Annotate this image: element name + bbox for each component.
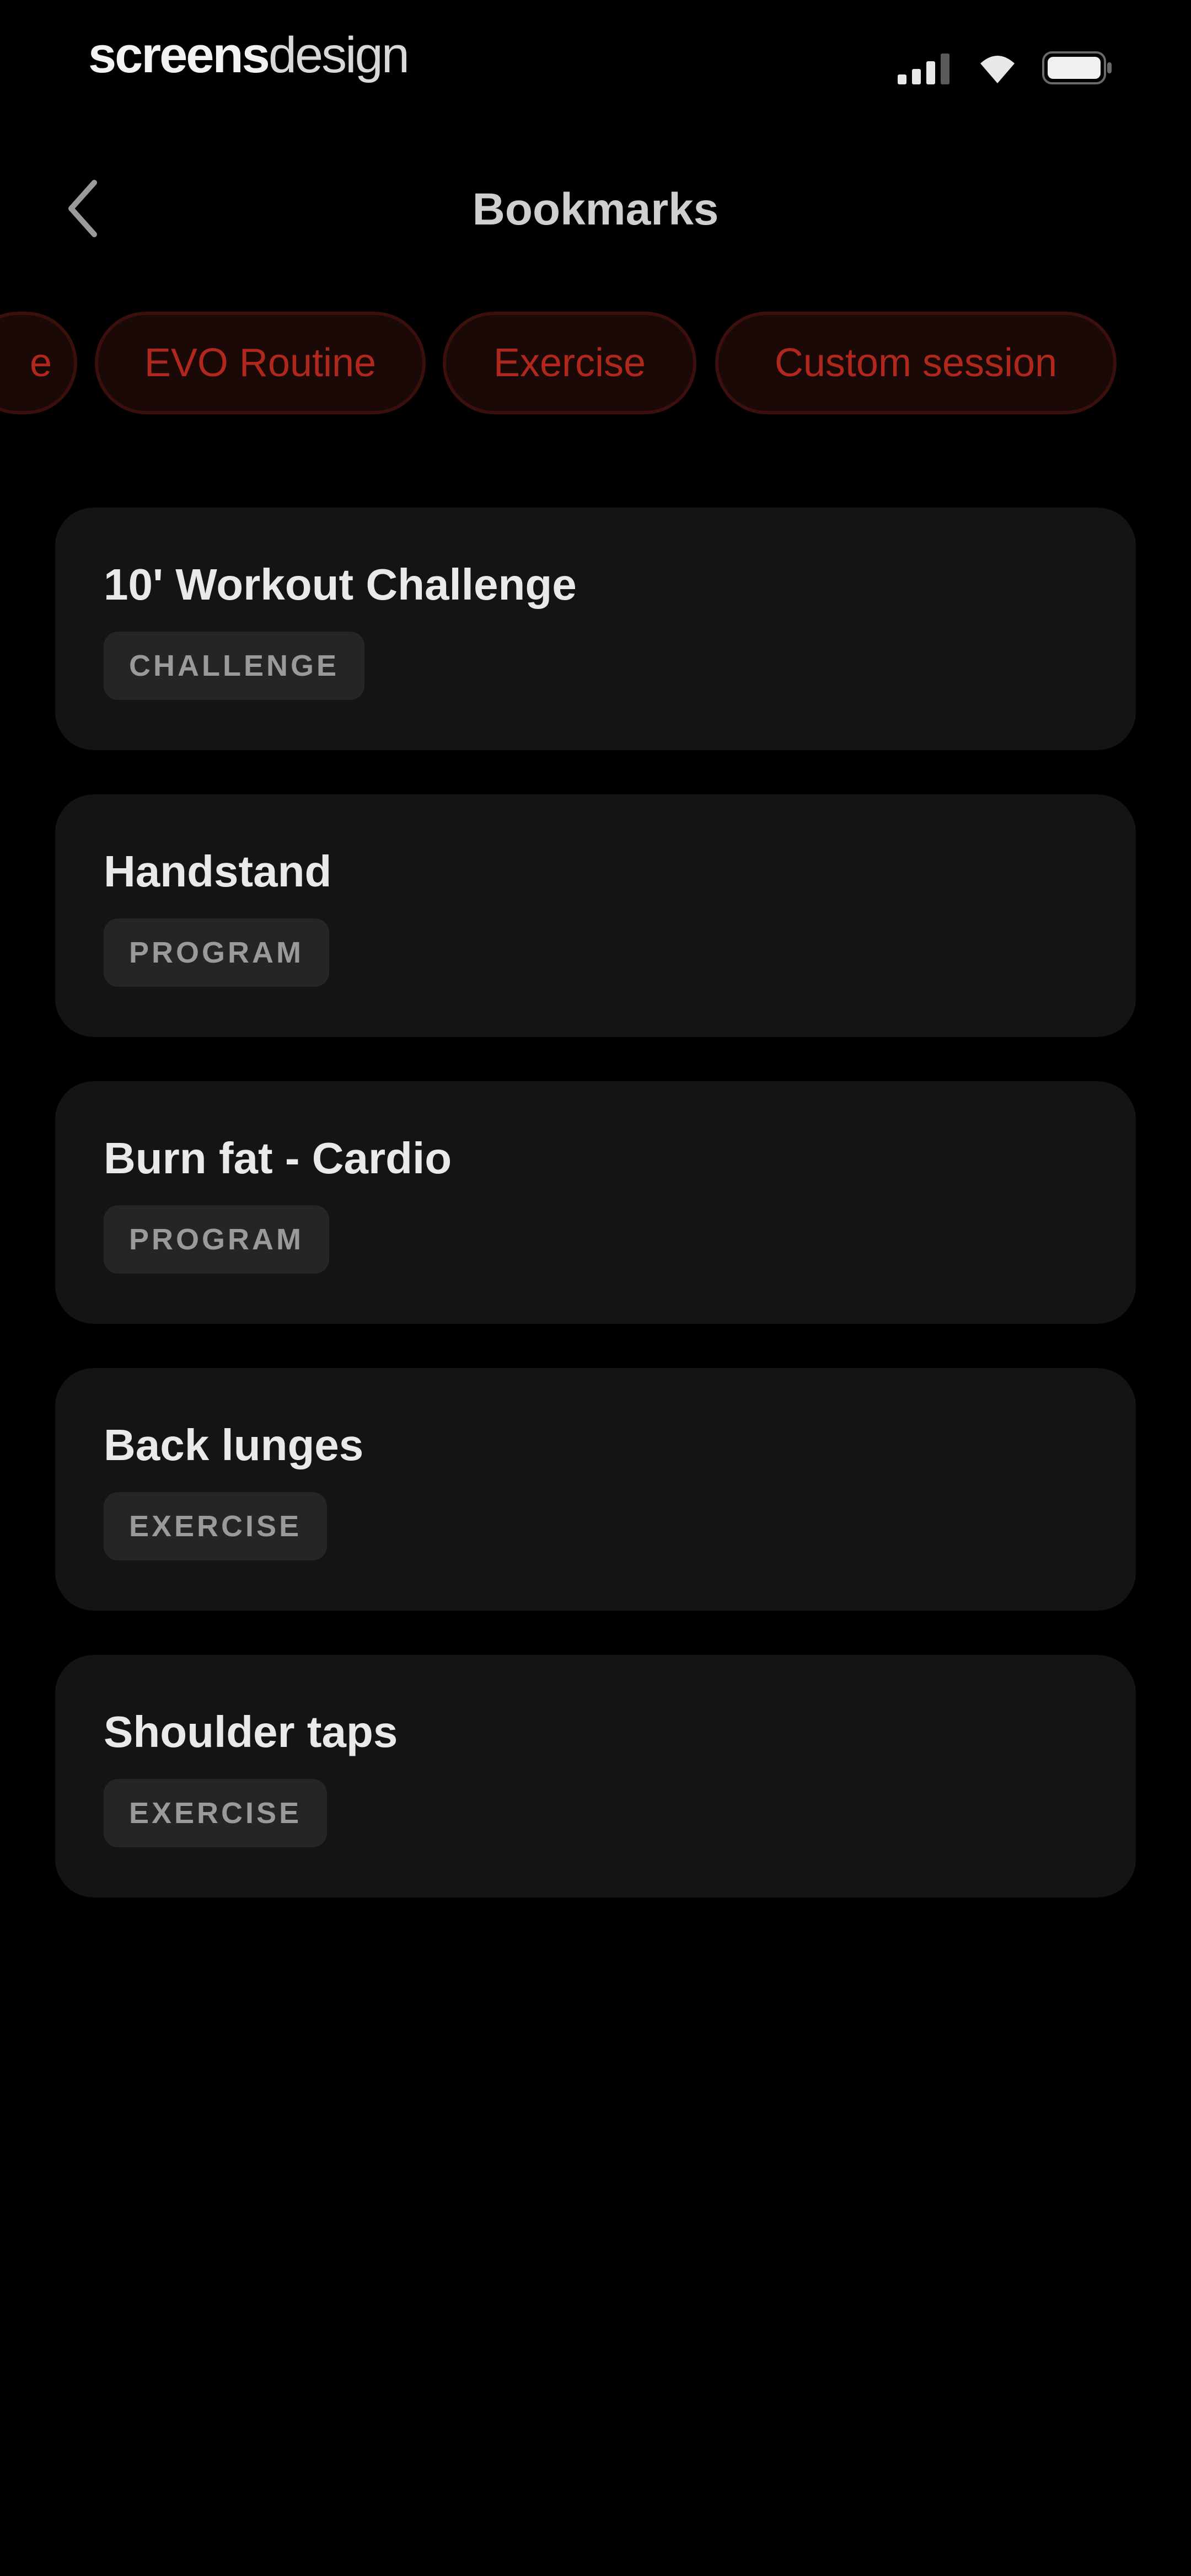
filter-chip-exercise[interactable]: Exercise [443, 312, 696, 414]
page-title: Bookmarks [472, 184, 719, 234]
bookmark-type-tag: CHALLENGE [104, 632, 364, 700]
brand-logo-light: design [268, 27, 410, 83]
filter-chip-custom-session[interactable]: Custom session [715, 312, 1117, 414]
bookmark-card[interactable]: Burn fat - Cardio PROGRAM [55, 1081, 1136, 1324]
bookmark-title: Shoulder taps [104, 1707, 398, 1756]
filter-chip-partial[interactable]: e [0, 312, 77, 414]
bookmark-card[interactable]: Shoulder taps EXERCISE [55, 1655, 1136, 1898]
bookmark-title: 10' Workout Challenge [104, 560, 577, 609]
filter-chips: e EVO Routine Exercise Custom session [0, 312, 1191, 416]
bookmark-title: Handstand [104, 847, 332, 896]
status-icons [898, 50, 1114, 88]
header: Bookmarks [0, 165, 1191, 254]
bookmark-type-tag: PROGRAM [104, 918, 329, 987]
brand-logo: screensdesign [88, 22, 410, 88]
bookmark-title: Back lunges [104, 1420, 364, 1469]
bookmark-card[interactable]: Back lunges EXERCISE [55, 1368, 1136, 1611]
bookmark-title: Burn fat - Cardio [104, 1134, 452, 1183]
brand-logo-bold: screens [88, 27, 270, 83]
battery-icon [1042, 50, 1114, 88]
filter-chip-evo-routine[interactable]: EVO Routine [95, 312, 426, 414]
wifi-icon [978, 51, 1017, 87]
bookmark-list: 10' Workout Challenge CHALLENGE Handstan… [55, 507, 1136, 1942]
bookmark-type-tag: EXERCISE [104, 1492, 328, 1560]
bookmark-card[interactable]: Handstand PROGRAM [55, 794, 1136, 1037]
bookmark-type-tag: PROGRAM [104, 1205, 329, 1274]
signal-icon [898, 51, 953, 87]
status-bar: screensdesign [0, 0, 1191, 127]
bookmark-type-tag: EXERCISE [104, 1779, 328, 1847]
bookmark-card[interactable]: 10' Workout Challenge CHALLENGE [55, 507, 1136, 750]
